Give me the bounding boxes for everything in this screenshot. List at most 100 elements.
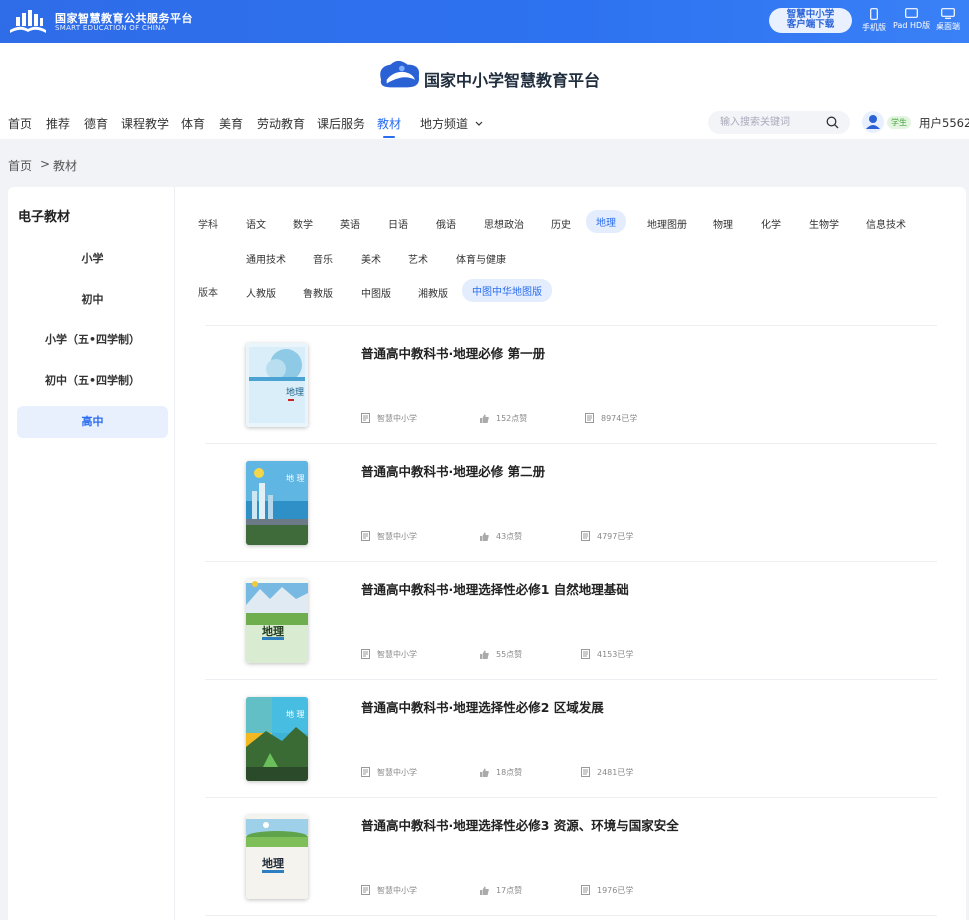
book-title[interactable]: 普通高中教科书·地理选择性必修2 区域发展 <box>361 697 604 716</box>
nav-courses[interactable]: 课程教学 <box>121 115 169 132</box>
edition-chip-xiangjiao[interactable]: 湘教版 <box>408 281 458 304</box>
main-header: 国家中小学智慧教育平台 首页 推荐 德育 课程教学 体育 美育 劳动教育 课后服… <box>0 43 969 139</box>
sidebar-item-primary[interactable]: 小学 <box>17 243 168 275</box>
book-cover[interactable]: 地理 <box>246 579 308 663</box>
book-item[interactable]: 地理 普通高中教科书·地理必修 第一册 智慧中小学 152点赞 8974已学 <box>205 326 937 444</box>
book-cover[interactable]: 地理 <box>246 815 308 899</box>
subject-chip-russian[interactable]: 俄语 <box>426 212 466 235</box>
book-cover[interactable]: 地理 <box>246 343 308 427</box>
book-publisher: 智慧中小学 <box>361 649 417 660</box>
sidebar-item-primary-54[interactable]: 小学（五•四学制） <box>17 324 168 356</box>
role-badge: 学生 <box>887 116 911 129</box>
book-item[interactable]: 地理 普通高中教科书·地理选择性必修3 资源、环境与国家安全 智慧中小学 17点… <box>205 798 937 916</box>
cover-art-image: 地理 <box>246 815 308 899</box>
learned-text: 1976已学 <box>597 886 634 895</box>
pad-version-link[interactable]: Pad HD版 <box>893 8 930 31</box>
book-cover[interactable]: 地 理 <box>246 461 308 545</box>
subject-chip-arts[interactable]: 艺术 <box>398 247 438 270</box>
subject-chip-japanese[interactable]: 日语 <box>378 212 418 235</box>
pad-version-label: Pad HD版 <box>893 21 931 30</box>
edition-chip-zhongtu-zhonghua[interactable]: 中图中华地图版 <box>462 279 552 302</box>
subject-chip-general-tech[interactable]: 通用技术 <box>236 247 296 270</box>
username[interactable]: 用户5562 <box>919 115 969 131</box>
phone-icon <box>870 8 878 20</box>
nav-afterschool[interactable]: 课后服务 <box>317 115 365 132</box>
book-item[interactable]: 地理 普通高中教科书·地理选择性必修1 自然地理基础 智慧中小学 55点赞 41… <box>205 562 937 680</box>
cover-title-text: 地理 <box>286 386 304 398</box>
org-name-en: SMART EDUCATION OF CHINA <box>55 24 166 32</box>
breadcrumb-home[interactable]: 首页 <box>8 157 32 174</box>
book-title[interactable]: 普通高中教科书·地理必修 第一册 <box>361 343 545 362</box>
desktop-version-link[interactable]: 桌面端 <box>936 8 960 32</box>
sidebar-item-senior[interactable]: 高中 <box>17 406 168 438</box>
subject-chip-biology[interactable]: 生物学 <box>799 212 849 235</box>
book-cover[interactable]: 地 理 <box>246 697 308 781</box>
brand-title: 国家中小学智慧教育平台 <box>424 71 601 90</box>
book-title[interactable]: 普通高中教科书·地理必修 第二册 <box>361 461 545 480</box>
subject-chip-it[interactable]: 信息技术 <box>856 212 916 235</box>
nav-aesthetics[interactable]: 美育 <box>219 115 243 132</box>
book-item[interactable]: 地 理 普通高中教科书·地理选择性必修2 区域发展 智慧中小学 18点赞 248… <box>205 680 937 798</box>
book-title[interactable]: 普通高中教科书·地理选择性必修1 自然地理基础 <box>361 579 629 598</box>
edition-chip-zhongtu[interactable]: 中图版 <box>351 281 401 304</box>
nav-local[interactable]: 地方频道 <box>420 115 483 132</box>
sidebar-item-junior-54[interactable]: 初中（五•四学制） <box>17 365 168 397</box>
edition-filter-label: 版本 <box>198 288 218 299</box>
book-learned: 1976已学 <box>581 885 633 896</box>
mobile-version-label: 手机版 <box>862 23 886 32</box>
subject-chip-atlas[interactable]: 地理图册 <box>637 212 697 235</box>
nav-sports[interactable]: 体育 <box>181 115 205 132</box>
subject-filter-label: 学科 <box>198 220 218 231</box>
publisher-text: 智慧中小学 <box>377 532 417 541</box>
subject-chip-geography[interactable]: 地理 <box>586 210 626 233</box>
subject-chip-pe-health[interactable]: 体育与健康 <box>446 247 516 270</box>
nav-recommend[interactable]: 推荐 <box>46 115 70 132</box>
avatar[interactable] <box>862 111 884 133</box>
edition-chip-lujiao[interactable]: 鲁教版 <box>293 281 343 304</box>
sidebar-title: 电子教材 <box>18 210 71 225</box>
edition-chip-pep[interactable]: 人教版 <box>236 281 286 304</box>
thumbs-up-icon <box>480 532 489 541</box>
subject-chip-chinese[interactable]: 语文 <box>236 212 276 235</box>
cover-art-image: 地 理 <box>246 461 308 545</box>
book-title[interactable]: 普通高中教科书·地理选择性必修3 资源、环境与国家安全 <box>361 815 679 834</box>
nav-moral[interactable]: 德育 <box>84 115 108 132</box>
publisher-icon <box>361 531 370 541</box>
book-publisher: 智慧中小学 <box>361 531 417 542</box>
publisher-icon <box>361 413 370 423</box>
platform-logo-icon[interactable] <box>8 8 48 35</box>
subject-chip-english[interactable]: 英语 <box>330 212 370 235</box>
top-bar: 国家智慧教育公共服务平台 SMART EDUCATION OF CHINA 智慧… <box>0 0 969 43</box>
cover-title-text: 地理 <box>262 856 284 870</box>
book-likes: 43点赞 <box>480 531 522 542</box>
subject-chip-chemistry[interactable]: 化学 <box>751 212 791 235</box>
nav-labor[interactable]: 劳动教育 <box>257 115 305 132</box>
subject-chip-music[interactable]: 音乐 <box>303 247 343 270</box>
subject-chip-physics[interactable]: 物理 <box>703 212 743 235</box>
chevron-down-icon <box>475 121 483 126</box>
search-icon[interactable] <box>826 116 839 129</box>
thumbs-up-icon <box>480 886 489 895</box>
subject-chip-politics[interactable]: 思想政治 <box>474 212 534 235</box>
learned-text: 8974已学 <box>601 414 638 423</box>
brand-logo-icon[interactable] <box>376 59 422 93</box>
subject-chip-math[interactable]: 数学 <box>283 212 323 235</box>
breadcrumb-current: 教材 <box>53 159 78 173</box>
cover-art-image: 地理 <box>246 579 308 663</box>
book-learned: 8974已学 <box>585 413 637 424</box>
sidebar-item-junior[interactable]: 初中 <box>17 284 168 316</box>
thumbs-up-icon <box>480 768 489 777</box>
subject-chip-history[interactable]: 历史 <box>541 212 581 235</box>
nav-home[interactable]: 首页 <box>8 115 32 132</box>
subject-chip-fine-arts[interactable]: 美术 <box>351 247 391 270</box>
publisher-icon <box>361 649 370 659</box>
book-likes: 152点赞 <box>480 413 527 424</box>
cover-title-text: 地理 <box>262 624 284 638</box>
likes-text: 17点赞 <box>496 886 523 895</box>
search-input[interactable] <box>720 115 820 130</box>
client-download-button[interactable]: 智慧中小学 客户端下载 <box>769 8 852 33</box>
mobile-version-link[interactable]: 手机版 <box>862 8 886 33</box>
nav-textbooks[interactable]: 教材 <box>377 115 401 132</box>
thumbs-up-icon <box>480 414 489 423</box>
book-item[interactable]: 地 理 普通高中教科书·地理必修 第二册 智慧中小学 43点赞 4797已学 <box>205 444 937 562</box>
